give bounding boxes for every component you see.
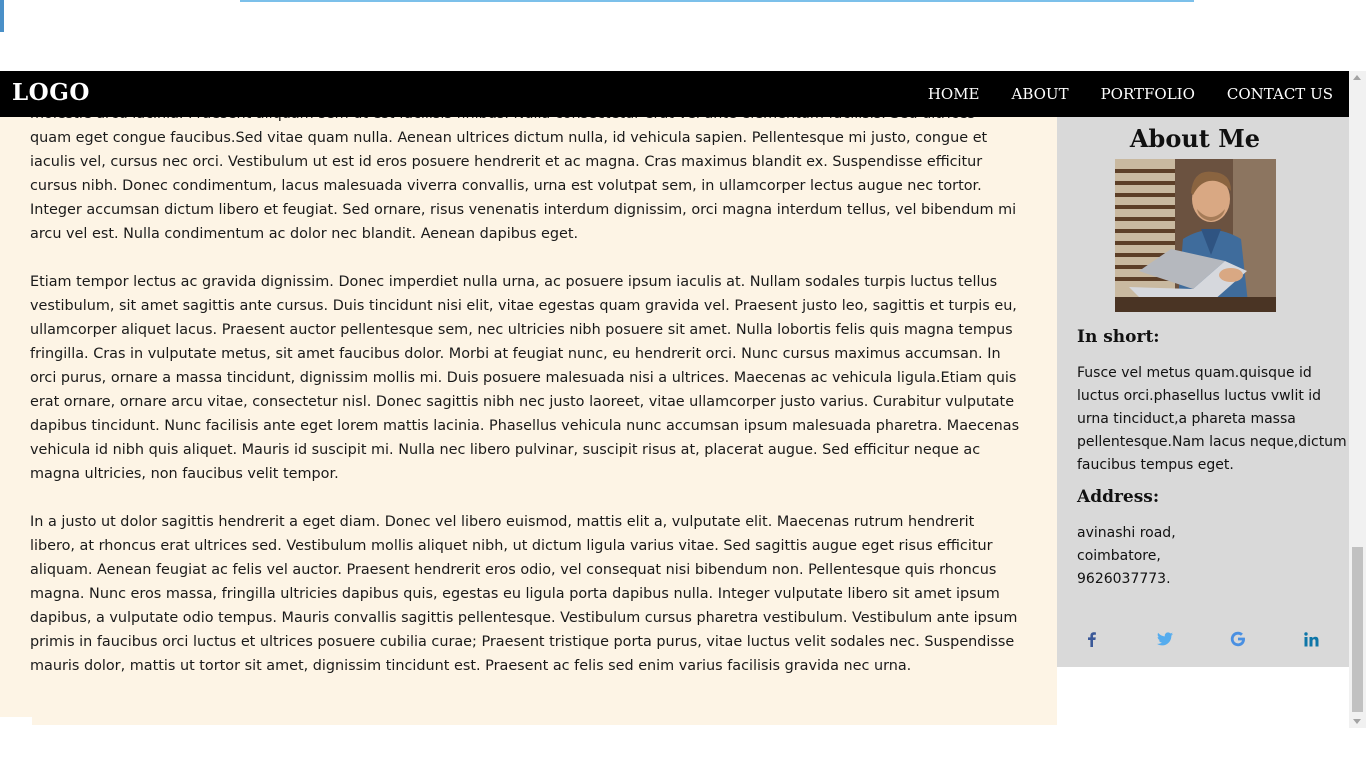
profile-photo — [1115, 159, 1276, 312]
article-paragraph: molestie arcu lacinia. Praesent aliquam … — [30, 117, 1017, 242]
scroll-up-arrow-icon[interactable] — [1353, 75, 1361, 80]
linkedin-link[interactable] — [1299, 627, 1323, 651]
twitter-link[interactable] — [1153, 627, 1177, 651]
in-short-text: Fusce vel metus quam.quisque id luctus o… — [1077, 365, 1347, 473]
google-link[interactable] — [1226, 627, 1250, 651]
nav-portfolio[interactable]: PORTFOLIO — [1101, 85, 1195, 103]
article: molestie arcu lacinia. Praesent aliquam … — [30, 117, 1020, 702]
address-line: 9626037773. — [1077, 571, 1171, 587]
scroll-down-arrow-icon[interactable] — [1353, 719, 1361, 724]
main-nav: HOME ABOUT PORTFOLIO CONTACT US — [896, 71, 1333, 117]
site-logo[interactable]: LOGO — [12, 79, 90, 106]
article-paragraph: Etiam tempor lectus ac gravida dignissim… — [30, 274, 1020, 482]
page-edge-mark — [0, 0, 4, 32]
address-heading: Address: — [1077, 487, 1160, 507]
article-paragraph: In a justo ut dolor sagittis hendrerit a… — [30, 514, 1018, 674]
linkedin-icon — [1303, 631, 1318, 646]
address-block: avinashi road, coimbatore, 9626037773. — [1077, 522, 1347, 591]
content-corner-gap — [0, 717, 32, 725]
facebook-link[interactable] — [1080, 627, 1104, 651]
main-content: molestie arcu lacinia. Praesent aliquam … — [0, 117, 1057, 725]
scroll-thumb[interactable] — [1352, 547, 1363, 712]
facebook-icon — [1088, 632, 1096, 647]
nav-home[interactable]: HOME — [928, 85, 980, 103]
address-line: coimbatore, — [1077, 548, 1161, 564]
in-short-heading: In short: — [1077, 327, 1160, 347]
nav-contact-us[interactable]: CONTACT US — [1227, 85, 1333, 103]
about-title: About Me — [1129, 124, 1261, 153]
google-icon — [1230, 631, 1245, 647]
twitter-icon — [1157, 632, 1173, 646]
vertical-scrollbar[interactable] — [1349, 71, 1366, 728]
about-sidebar: About Me In short: Fusce vel metus quam.… — [1057, 117, 1349, 667]
site-header: LOGO HOME ABOUT PORTFOLIO CONTACT US — [0, 71, 1349, 117]
address-line: avinashi road, — [1077, 525, 1176, 541]
nav-about[interactable]: ABOUT — [1012, 85, 1069, 103]
top-accent-strip — [240, 0, 1194, 2]
